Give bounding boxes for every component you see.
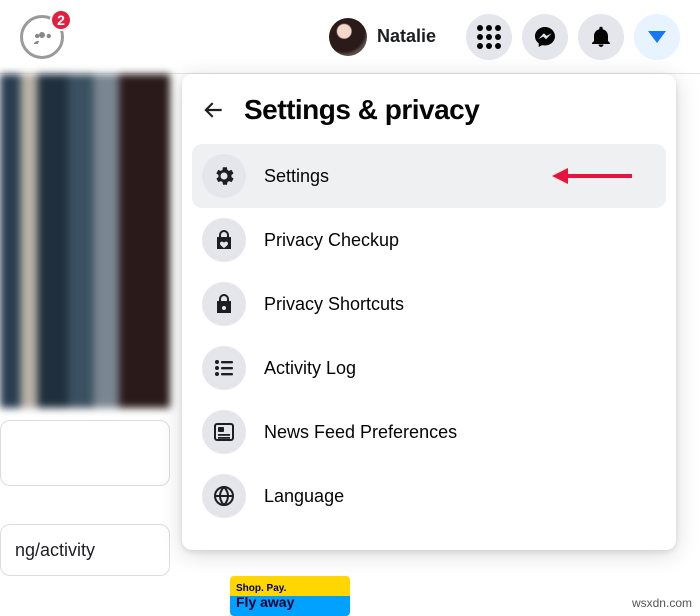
user-name: Natalie [377, 26, 436, 47]
profile-card [0, 420, 170, 486]
menu-item-privacy-shortcuts[interactable]: Privacy Shortcuts [192, 272, 666, 336]
menu-item-news-feed-preferences[interactable]: News Feed Preferences [192, 400, 666, 464]
activity-card-text: ng/activity [15, 540, 95, 561]
back-button[interactable] [200, 97, 226, 123]
groups-button[interactable]: 2 [20, 15, 64, 59]
menu-item-label: Privacy Shortcuts [264, 294, 404, 315]
profile-chip[interactable]: Natalie [329, 18, 436, 56]
menu-item-activity-log[interactable]: Activity Log [192, 336, 666, 400]
cover-photo [0, 74, 170, 408]
menu-item-label: Activity Log [264, 358, 356, 379]
bell-icon [589, 25, 613, 49]
menu-item-privacy-checkup[interactable]: Privacy Checkup [192, 208, 666, 272]
menu-item-settings[interactable]: Settings [192, 144, 666, 208]
arrow-left-icon [200, 97, 226, 123]
messenger-button[interactable] [522, 14, 568, 60]
globe-icon [202, 474, 246, 518]
ad-line1: Shop. Pay. [236, 583, 294, 594]
gear-icon [202, 154, 246, 198]
messenger-icon [533, 25, 557, 49]
menu-button[interactable] [466, 14, 512, 60]
caret-down-icon [648, 31, 666, 43]
topbar-right: Natalie [329, 14, 680, 60]
avatar [329, 18, 367, 56]
account-dropdown-button[interactable] [634, 14, 680, 60]
lock-heart-icon [202, 218, 246, 262]
topbar-left: 2 [20, 15, 64, 59]
attribution-text: wsxdn.com [632, 596, 692, 610]
settings-privacy-panel: Settings & privacy Settings Privacy Chec… [182, 74, 676, 550]
activity-card[interactable]: ng/activity [0, 524, 170, 576]
groups-icon [30, 25, 54, 49]
list-icon [202, 346, 246, 390]
menu-item-label: News Feed Preferences [264, 422, 457, 443]
menu-icon [477, 25, 501, 49]
panel-header: Settings & privacy [192, 88, 666, 144]
menu-item-label: Settings [264, 166, 329, 187]
menu-item-language[interactable]: Language [192, 464, 666, 528]
top-navbar: 2 Natalie [0, 0, 700, 74]
ad-line2: Fly away [236, 594, 294, 610]
sponsored-ad[interactable]: Shop. Pay. Fly away [230, 576, 350, 616]
feed-icon [202, 410, 246, 454]
lock-icon [202, 282, 246, 326]
menu-item-label: Language [264, 486, 344, 507]
annotation-arrow [552, 168, 632, 184]
notification-badge: 2 [50, 9, 72, 31]
menu-item-label: Privacy Checkup [264, 230, 399, 251]
notifications-button[interactable] [578, 14, 624, 60]
panel-title: Settings & privacy [244, 94, 479, 126]
background-content: ng/activity [0, 74, 170, 616]
